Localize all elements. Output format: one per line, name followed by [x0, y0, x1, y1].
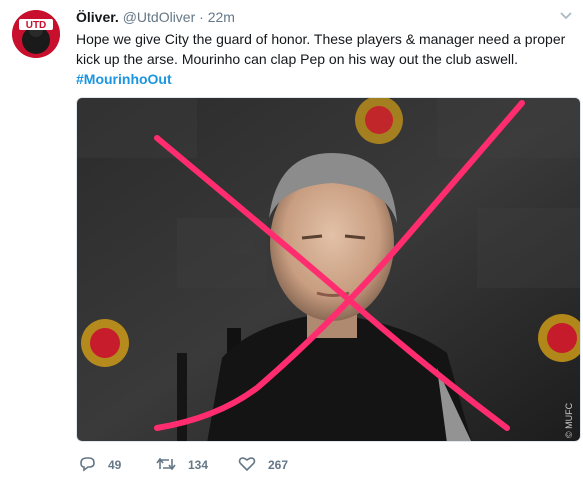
avatar[interactable]: UTD: [12, 10, 60, 58]
retweet-button[interactable]: 134: [156, 455, 208, 475]
reply-button[interactable]: 49: [78, 455, 121, 475]
like-count: 267: [268, 458, 289, 472]
heart-icon: [238, 456, 268, 475]
author-name[interactable]: Öliver.: [76, 9, 119, 25]
hashtag-link[interactable]: #MourinhoOut: [76, 69, 572, 89]
tweet-header: Öliver. @UtdOliver · 22m: [76, 8, 235, 26]
tweet[interactable]: UTD Öliver. @UtdOliver · 22m Hope we giv…: [0, 0, 583, 485]
reply-count: 49: [108, 458, 122, 472]
tweet-timestamp[interactable]: 22m: [208, 9, 235, 25]
like-button[interactable]: 267: [238, 455, 288, 475]
tweet-media-image[interactable]: © MUFC: [76, 97, 581, 442]
retweet-count: 134: [188, 458, 209, 472]
tweet-body: Hope we give City the guard of honor. Th…: [76, 31, 566, 67]
chevron-down-icon[interactable]: [559, 8, 573, 22]
svg-text:© MUFC: © MUFC: [564, 402, 574, 438]
media-photo: © MUFC: [77, 98, 580, 441]
separator-dot: ·: [199, 9, 204, 25]
retweet-icon: [156, 456, 188, 475]
reply-icon: [78, 456, 108, 475]
author-handle[interactable]: @UtdOliver: [123, 9, 196, 25]
tweet-text: Hope we give City the guard of honor. Th…: [76, 29, 572, 89]
avatar-image: UTD: [12, 10, 60, 58]
svg-text:UTD: UTD: [26, 20, 47, 31]
tweet-actions: 49 134 267: [76, 455, 436, 475]
